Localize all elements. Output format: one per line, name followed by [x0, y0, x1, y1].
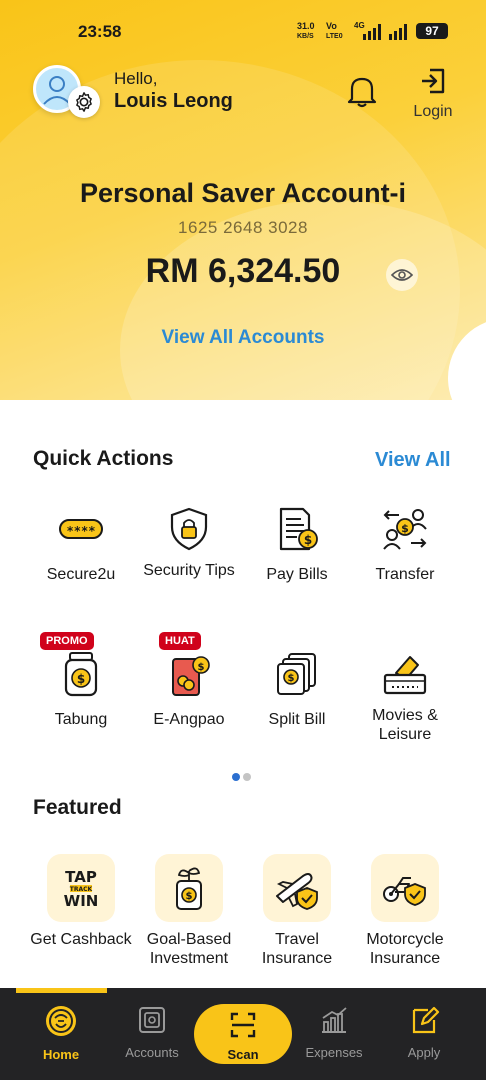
- settings-button[interactable]: [68, 86, 100, 118]
- shield-lock-icon: [163, 503, 215, 555]
- page-indicator: [232, 768, 254, 786]
- login-button[interactable]: Login: [408, 66, 458, 121]
- tab-label: Apply: [407, 1045, 441, 1060]
- motorcycle-shield-icon: [371, 854, 439, 922]
- status-time: 23:58: [78, 22, 122, 41]
- quick-action-label: Tabung: [54, 711, 108, 728]
- edit-icon: [412, 1006, 440, 1034]
- featured-label: Travel Insurance: [261, 931, 333, 967]
- tab-label: Accounts: [125, 1045, 179, 1060]
- featured-goal-based-investment[interactable]: $ Goal-Based Investment: [135, 854, 243, 968]
- user-name: Louis Leong: [114, 90, 233, 112]
- quick-action-label: Security Tips: [143, 562, 235, 579]
- promo-badge: PROMO: [40, 632, 94, 650]
- quick-action-label: Movies & Leisure: [372, 707, 438, 743]
- bill-icon: $: [271, 503, 323, 555]
- featured-label: Get Cashback: [30, 931, 132, 948]
- quick-action-pay-bills[interactable]: $ Pay Bills: [243, 503, 351, 584]
- chart-icon: [322, 1007, 347, 1033]
- signal-icon: [389, 24, 407, 40]
- money-plant-icon: $: [155, 854, 223, 922]
- tab-accounts[interactable]: Accounts: [106, 1004, 198, 1060]
- net-speed: 31.0 KB/S: [297, 21, 315, 41]
- angpao-icon: HUAT $: [159, 632, 215, 700]
- quick-action-label: Secure2u: [46, 566, 116, 583]
- quick-action-security-tips[interactable]: Security Tips: [135, 503, 243, 580]
- featured-get-cashback[interactable]: TAP TRACK WIN Get Cashback: [27, 854, 135, 949]
- scan-icon: [230, 1012, 256, 1038]
- tap-track-win-icon: TAP TRACK WIN: [47, 854, 115, 922]
- svg-text:TAP: TAP: [65, 868, 97, 886]
- jar-icon: PROMO $: [40, 632, 107, 700]
- svg-text:$: $: [198, 662, 205, 673]
- toggle-balance-button[interactable]: [386, 259, 418, 291]
- quick-actions-title: Quick Actions: [33, 447, 174, 470]
- svg-text:$: $: [186, 891, 193, 902]
- account-name: Personal Saver Account-i: [79, 178, 407, 208]
- split-bill-icon: $: [271, 648, 323, 700]
- quick-action-movies-leisure[interactable]: Movies & Leisure: [351, 648, 459, 744]
- status-bar: 23:58 31.0 KB/S Vo LTE0 4G 97: [0, 20, 486, 44]
- quick-action-secure2u[interactable]: **** Secure2u: [27, 503, 135, 584]
- quick-action-tabung[interactable]: PROMO $ Tabung: [27, 632, 135, 729]
- featured-motorcycle-insurance[interactable]: Motorcycle Insurance: [351, 854, 459, 968]
- login-label: Login: [413, 103, 453, 120]
- page-dot: [243, 773, 251, 781]
- quick-action-label: E-Angpao: [153, 711, 225, 728]
- tab-home[interactable]: Home: [15, 1004, 107, 1062]
- active-tab-indicator: [16, 988, 107, 993]
- bell-icon: [347, 77, 377, 108]
- tab-label: Home: [42, 1047, 80, 1062]
- svg-text:****: ****: [67, 524, 96, 538]
- tab-expenses[interactable]: Expenses: [288, 1004, 380, 1060]
- huat-badge: HUAT: [159, 632, 201, 650]
- svg-text:$: $: [288, 673, 295, 684]
- svg-text:$: $: [77, 672, 85, 686]
- battery-indicator: 97: [416, 23, 448, 39]
- page-dot-active: [232, 773, 240, 781]
- tab-apply[interactable]: Apply: [378, 1004, 470, 1060]
- featured-title: Featured: [33, 796, 122, 819]
- safe-icon: [139, 1007, 165, 1033]
- svg-text:$: $: [304, 533, 312, 547]
- greeting: Hello,: [114, 69, 158, 88]
- tab-scan[interactable]: Scan: [194, 1004, 292, 1064]
- ticket-icon: [379, 648, 431, 700]
- secure2u-icon: ****: [55, 503, 107, 555]
- quick-action-label: Split Bill: [268, 711, 326, 728]
- tab-label: Scan: [227, 1047, 259, 1062]
- home-tiger-icon: [46, 1006, 76, 1036]
- quick-action-transfer[interactable]: $ Transfer: [351, 503, 459, 584]
- featured-label: Motorcycle Insurance: [366, 931, 444, 967]
- quick-action-split-bill[interactable]: $ Split Bill: [243, 648, 351, 729]
- view-all-accounts-link[interactable]: View All Accounts: [0, 327, 486, 349]
- svg-text:$: $: [401, 522, 409, 535]
- signal-icon: [363, 24, 381, 40]
- login-icon: [422, 68, 445, 94]
- gear-icon: [76, 92, 92, 112]
- featured-travel-insurance[interactable]: Travel Insurance: [243, 854, 351, 968]
- quick-action-label: Pay Bills: [266, 566, 328, 583]
- eye-icon: [391, 269, 413, 281]
- notifications-button[interactable]: [346, 74, 378, 113]
- account-number: 1625 2648 3028: [178, 218, 308, 237]
- quick-actions-view-all-link[interactable]: View All: [375, 449, 451, 472]
- quick-action-label: Transfer: [375, 566, 435, 583]
- tab-label: Expenses: [305, 1045, 363, 1060]
- volte-indicator: Vo LTE0: [326, 21, 343, 41]
- featured-label: Goal-Based Investment: [146, 931, 232, 967]
- plane-shield-icon: [263, 854, 331, 922]
- transfer-icon: $: [379, 503, 431, 555]
- quick-action-e-angpao[interactable]: HUAT $ E-Angpao: [135, 632, 243, 729]
- svg-text:WIN: WIN: [64, 892, 99, 910]
